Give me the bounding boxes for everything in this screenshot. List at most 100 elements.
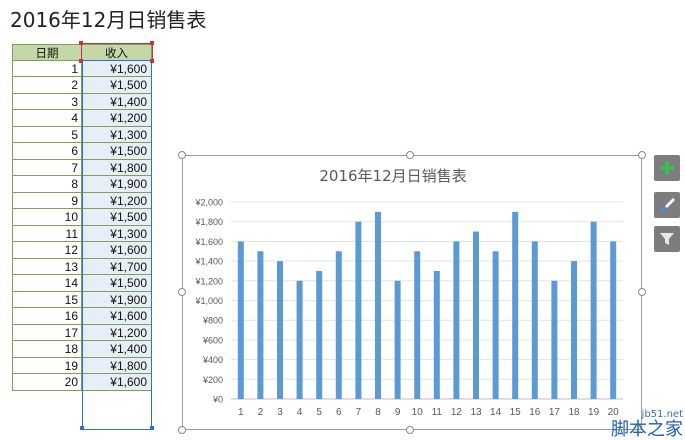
bar[interactable] <box>355 221 362 399</box>
bar[interactable] <box>512 211 519 399</box>
bar[interactable] <box>590 221 597 399</box>
y-tick-label: ¥400 <box>202 355 223 365</box>
income-cell[interactable]: ¥1,800 <box>82 357 152 374</box>
date-cell[interactable]: 18 <box>12 341 82 358</box>
date-cell[interactable]: 16 <box>12 308 82 325</box>
selection-corner <box>150 426 154 430</box>
date-cell[interactable]: 13 <box>12 258 82 275</box>
income-cell[interactable]: ¥1,200 <box>82 110 152 127</box>
date-cell[interactable]: 1 <box>12 60 82 77</box>
date-cell[interactable]: 11 <box>12 225 82 242</box>
date-cell[interactable]: 10 <box>12 209 82 226</box>
bar[interactable] <box>375 211 381 399</box>
bar[interactable] <box>277 261 283 399</box>
bar[interactable] <box>473 231 479 399</box>
bar[interactable] <box>394 280 401 399</box>
income-cell[interactable]: ¥1,600 <box>82 308 152 325</box>
table-row: 9 ¥1,200 <box>12 192 152 209</box>
income-cell[interactable]: ¥1,600 <box>82 374 152 391</box>
date-cell[interactable]: 20 <box>12 374 82 391</box>
table-row: 10 ¥1,500 <box>12 209 152 226</box>
income-cell[interactable]: ¥1,400 <box>82 341 152 358</box>
income-cell[interactable]: ¥1,500 <box>82 275 152 292</box>
chart-elements-button[interactable] <box>654 155 680 181</box>
income-cell[interactable]: ¥1,300 <box>82 126 152 143</box>
filter-icon <box>660 233 674 245</box>
table-row: 4 ¥1,200 <box>12 110 152 127</box>
resize-handle-top-right[interactable] <box>638 151 646 159</box>
resize-handle-bottom[interactable] <box>406 426 414 434</box>
y-tick-label: ¥800 <box>202 316 223 326</box>
brush-icon <box>660 198 675 212</box>
date-cell[interactable]: 6 <box>12 143 82 160</box>
bar[interactable] <box>335 251 342 399</box>
bar[interactable] <box>571 261 577 399</box>
date-cell[interactable]: 9 <box>12 192 82 209</box>
watermark: jb51.net 脚本之家 <box>611 409 683 440</box>
date-cell[interactable]: 15 <box>12 291 82 308</box>
income-cell[interactable]: ¥1,200 <box>82 192 152 209</box>
bar[interactable] <box>316 270 323 399</box>
resize-handle-left[interactable] <box>178 288 186 296</box>
bar[interactable] <box>433 270 440 399</box>
date-cell[interactable]: 14 <box>12 275 82 292</box>
table-row: 20 ¥1,600 <box>12 374 152 391</box>
selection-corner <box>79 59 83 63</box>
x-tick-label: 19 <box>588 407 600 418</box>
resize-handle-top[interactable] <box>406 151 414 159</box>
date-cell[interactable]: 17 <box>12 324 82 341</box>
bar[interactable] <box>551 280 558 399</box>
bar[interactable] <box>237 241 244 399</box>
header-date[interactable]: 日期 <box>12 44 82 61</box>
x-tick-label: 2 <box>258 407 264 418</box>
chart-styles-button[interactable] <box>654 192 680 218</box>
income-cell[interactable]: ¥1,500 <box>82 77 152 94</box>
table-row: 7 ¥1,800 <box>12 159 152 176</box>
income-cell[interactable]: ¥1,800 <box>82 159 152 176</box>
table-row: 8 ¥1,900 <box>12 176 152 193</box>
income-cell[interactable]: ¥1,600 <box>82 60 152 77</box>
income-cell[interactable]: ¥1,900 <box>82 176 152 193</box>
date-cell[interactable]: 2 <box>12 77 82 94</box>
resize-handle-top-left[interactable] <box>178 151 186 159</box>
income-cell[interactable]: ¥1,900 <box>82 291 152 308</box>
date-cell[interactable]: 3 <box>12 93 82 110</box>
resize-handle-right[interactable] <box>638 288 646 296</box>
date-cell[interactable]: 19 <box>12 357 82 374</box>
income-cell[interactable]: ¥1,300 <box>82 225 152 242</box>
bar[interactable] <box>610 241 617 399</box>
income-cell[interactable]: ¥1,600 <box>82 242 152 259</box>
income-cell[interactable]: ¥1,700 <box>82 258 152 275</box>
income-cell[interactable]: ¥1,200 <box>82 324 152 341</box>
header-income[interactable]: 收入 <box>82 44 152 61</box>
x-tick-label: 10 <box>412 407 424 418</box>
chart-area[interactable]: 2016年12月日销售表 ¥0 ¥200 ¥400 ¥600 ¥800 ¥1,000 ¥1,… <box>182 155 642 430</box>
date-cell[interactable]: 8 <box>12 176 82 193</box>
bar-chart: 2016年12月日销售表 ¥0 ¥200 ¥400 ¥600 ¥800 ¥1,000 ¥1,… <box>194 167 623 418</box>
bar[interactable] <box>257 251 264 399</box>
data-table[interactable]: 日期 收入 1 ¥1,600 2 ¥1,500 3 ¥1,400 4 ¥1,200 5 ¥1,30… <box>12 44 152 391</box>
bar[interactable] <box>492 251 499 399</box>
chart-filters-button[interactable] <box>654 226 680 252</box>
table-row: 15 ¥1,900 <box>12 291 152 308</box>
income-cell[interactable]: ¥1,400 <box>82 93 152 110</box>
table-row: 18 ¥1,400 <box>12 341 152 358</box>
bar[interactable] <box>453 241 460 399</box>
table-row: 14 ¥1,500 <box>12 275 152 292</box>
date-cell[interactable]: 5 <box>12 126 82 143</box>
income-cell[interactable]: ¥1,500 <box>82 143 152 160</box>
date-cell[interactable]: 7 <box>12 159 82 176</box>
x-tick-label: 8 <box>375 407 381 418</box>
selection-corner <box>79 41 83 45</box>
y-tick-label: ¥0 <box>212 395 223 405</box>
x-tick-label: 4 <box>297 407 303 418</box>
income-cell[interactable]: ¥1,500 <box>82 209 152 226</box>
date-cell[interactable]: 4 <box>12 110 82 127</box>
bar[interactable] <box>414 251 421 399</box>
table-row: 17 ¥1,200 <box>12 324 152 341</box>
resize-handle-bottom-left[interactable] <box>178 426 186 434</box>
bar[interactable] <box>531 241 538 399</box>
bar[interactable] <box>296 280 303 399</box>
table-row: 16 ¥1,600 <box>12 308 152 325</box>
date-cell[interactable]: 12 <box>12 242 82 259</box>
